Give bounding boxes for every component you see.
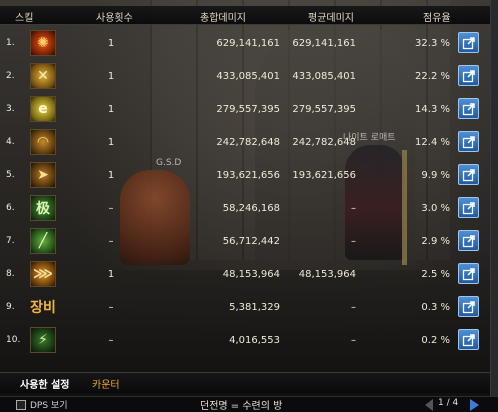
row-number: 8. [6, 269, 15, 279]
detail-button[interactable] [458, 263, 479, 284]
page-indicator: 1 / 4 [438, 398, 459, 408]
table-row: 8. ⋙ 1 48,153,964 48,153,964 2.5 % [0, 259, 490, 291]
green-bolt-skill-icon: ⚡ [30, 327, 56, 353]
status-bar: DPS 보기 던전명 = 수련의 방 1 / 4 [0, 396, 498, 412]
detail-button[interactable] [458, 32, 479, 53]
bottom-tabs: 사용한 설정 카운터 [0, 372, 490, 393]
row-number: 9. [6, 302, 15, 312]
table-row: 5. ➤ 1 193,621,656 193,621,656 9.9 % [0, 160, 490, 192]
header-uses: 사용횟수 [96, 13, 133, 24]
uses-cell: 1 [107, 104, 115, 115]
header-avg-damage: 평균데미지 [308, 13, 354, 24]
table-row: 1. ✺ 1 629,141,161 629,141,161 32.3 % [0, 28, 490, 60]
export-arrow-icon [462, 333, 475, 346]
tab-used-skills[interactable]: 사용한 설정 [20, 376, 69, 391]
avg-damage-cell: 433,085,401 [292, 71, 356, 82]
export-arrow-icon [462, 234, 475, 247]
row-number: 6. [6, 203, 15, 213]
uses-cell: 1 [107, 170, 115, 181]
export-arrow-icon [462, 135, 475, 148]
dps-label: DPS 보기 [30, 401, 68, 411]
row-number: 2. [6, 71, 15, 81]
table-header: 스킬 사용횟수 총합데미지 평균데미지 점유율 [0, 6, 490, 25]
detail-button[interactable] [458, 197, 479, 218]
green-slash-skill-icon: ╱ [30, 228, 56, 254]
uses-cell: – [108, 203, 114, 214]
crossed-blades-skill-icon: ✕ [30, 63, 56, 89]
avg-damage-cell: 48,153,964 [298, 269, 356, 280]
detail-button[interactable] [458, 296, 479, 317]
row-number: 5. [6, 170, 15, 180]
dps-checkbox[interactable] [16, 400, 26, 410]
avg-damage-cell: – [351, 203, 356, 214]
detail-button[interactable] [458, 164, 479, 185]
glyph-skill-icon: 极 [30, 195, 56, 221]
table-row: 6. 极 –58,246,168–3.0 % [0, 193, 490, 225]
header-share: 점유율 [423, 13, 451, 24]
table-row: 2. ✕ 1 433,085,401 433,085,401 22.2 % [0, 61, 490, 93]
export-arrow-icon [462, 69, 475, 82]
uses-cell: 1 [107, 137, 115, 148]
row-number: 7. [6, 236, 15, 246]
avg-damage-cell: – [351, 335, 356, 346]
avg-damage-cell: 242,782,648 [292, 137, 356, 148]
uses-cell: 1 [107, 38, 115, 49]
row-number: 3. [6, 104, 15, 114]
share-cell: 2.5 % [421, 269, 450, 280]
uses-cell: 1 [107, 71, 115, 82]
export-arrow-icon [462, 201, 475, 214]
detail-button[interactable] [458, 65, 479, 86]
share-cell: 0.2 % [421, 335, 450, 346]
detail-button[interactable] [458, 230, 479, 251]
avg-damage-cell: – [351, 236, 356, 247]
prev-page-icon[interactable] [425, 399, 433, 411]
share-cell: 12.4 % [415, 137, 450, 148]
uses-cell: – [108, 302, 114, 313]
uses-cell: – [108, 335, 114, 346]
avg-damage-cell: 193,621,656 [292, 170, 356, 181]
fire-claw-skill-icon: ✺ [30, 30, 56, 56]
table-row: 4. ◠ 1 242,782,648 242,782,648 12.4 % [0, 127, 490, 159]
share-cell: 22.2 % [415, 71, 450, 82]
share-cell: 9.9 % [421, 170, 450, 181]
detail-button[interactable] [458, 329, 479, 350]
row-number: 4. [6, 137, 15, 147]
export-arrow-icon [462, 300, 475, 313]
table-row: 7. ╱ –56,712,442–2.9 % [0, 226, 490, 258]
export-arrow-icon [462, 267, 475, 280]
uses-cell: – [108, 236, 114, 247]
header-total-damage: 총합데미지 [200, 13, 246, 24]
row-number: 1. [6, 38, 15, 48]
detail-button[interactable] [458, 98, 479, 119]
avg-damage-cell: 279,557,395 [292, 104, 356, 115]
row-number: 10. [6, 335, 21, 345]
dungeon-name: 던전명 = 수련의 방 [200, 401, 283, 412]
export-arrow-icon [462, 36, 475, 49]
next-page-icon[interactable] [470, 399, 479, 411]
share-cell: 2.9 % [421, 236, 450, 247]
avg-damage-cell: – [351, 302, 356, 313]
scrollbar[interactable] [490, 0, 498, 396]
tab-counter[interactable]: 카운터 [92, 376, 120, 391]
export-arrow-icon [462, 168, 475, 181]
header-skill: 스킬 [15, 13, 34, 24]
share-cell: 14.3 % [415, 104, 450, 115]
detail-button[interactable] [458, 131, 479, 152]
swirl-skill-icon: e [30, 96, 56, 122]
avg-damage-cell: 629,141,161 [292, 38, 356, 49]
table-row: 10. ⚡ –4,016,553–0.2 % [0, 325, 490, 357]
uses-cell: 1 [107, 269, 115, 280]
damage-stats-panel: 스킬 사용횟수 총합데미지 평균데미지 점유율 1. ✺ 1 629,141,161 6… [0, 0, 490, 411]
equipment-text-icon: 장비 [30, 300, 56, 316]
share-cell: 3.0 % [421, 203, 450, 214]
share-cell: 32.3 % [415, 38, 450, 49]
table-row: 3. e 1 279,557,395 279,557,395 14.3 % [0, 94, 490, 126]
dash-skill-icon: ➤ [30, 162, 56, 188]
export-arrow-icon [462, 102, 475, 115]
share-cell: 0.3 % [421, 302, 450, 313]
claw-skill-icon: ⋙ [30, 261, 56, 287]
table-row: 9. 장비 –5,381,329–0.3 % [0, 292, 490, 324]
arc-slash-skill-icon: ◠ [30, 129, 56, 155]
